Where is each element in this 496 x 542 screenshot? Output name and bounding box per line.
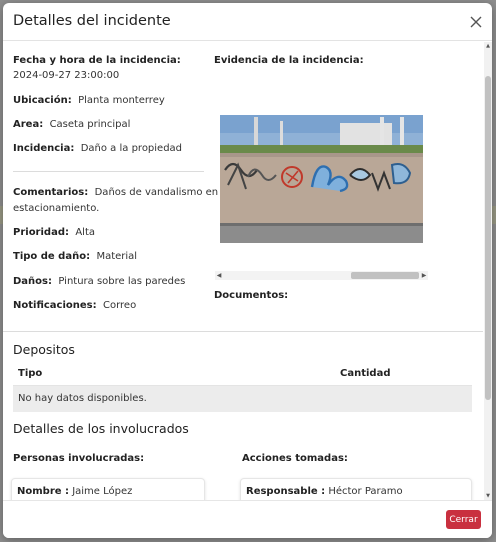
incident-label: Incidencia: (13, 143, 75, 154)
priority-row: Prioridad: Alta (13, 227, 95, 238)
deposits-empty-row: No hay datos disponibles. (13, 386, 472, 412)
scroll-up-arrow-icon[interactable]: ▲ (484, 42, 492, 50)
comments-row: Comentarios: Daños de vandalismo en el (13, 187, 230, 198)
notifications-value: Correo (102, 300, 137, 311)
person-card-text: Nombre : Jaime López (17, 486, 132, 497)
area-label: Area: (13, 119, 44, 130)
scroll-down-arrow-icon[interactable]: ▼ (484, 492, 492, 500)
datetime-value: 2024-09-27 23:00:00 (13, 70, 120, 81)
section-divider (3, 331, 483, 332)
evidence-title: Evidencia de la incidencia: (214, 55, 364, 66)
damages-row: Daños: Pintura sobre las paredes (13, 276, 185, 287)
area-row: Area: Caseta principal (13, 119, 130, 130)
close-modal-button[interactable]: Cerrar (446, 510, 481, 529)
documents-label: Documentos: (214, 290, 289, 301)
person-card: Nombre : Jaime López (11, 478, 205, 500)
modal-body[interactable]: Fecha y hora de la incidencia: 2024-09-2… (3, 42, 492, 500)
evidence-photo[interactable] (220, 115, 423, 243)
person-name-key: Nombre : (17, 486, 70, 497)
incident-details-modal: Detalles del incidente Fecha y hora de l… (3, 3, 492, 538)
close-icon (470, 16, 482, 28)
priority-value: Alta (75, 227, 96, 238)
comments-label: Comentarios: (13, 187, 89, 198)
deposits-table: Tipo Cantidad No hay datos disponibles. (13, 362, 472, 412)
responsible-value: Héctor Paramo (328, 486, 403, 497)
deposits-empty-text: No hay datos disponibles. (18, 393, 147, 404)
scroll-left-arrow-icon[interactable]: ◀ (215, 271, 223, 280)
damage-type-value: Material (96, 251, 138, 262)
damages-label: Daños: (13, 276, 52, 287)
location-row: Ubicación: Planta monterrey (13, 95, 165, 106)
modal-footer: Cerrar (3, 500, 492, 538)
modal-vertical-scrollbar[interactable]: ▲ ▼ (484, 42, 492, 500)
scroll-right-arrow-icon[interactable]: ▶ (420, 271, 428, 280)
close-button[interactable] (466, 12, 486, 32)
action-card: Responsable : Héctor Paramo (240, 478, 472, 500)
people-involved-label: Personas involucradas: (13, 453, 145, 464)
divider (13, 171, 204, 172)
damage-type-row: Tipo de daño: Material (13, 251, 137, 262)
location-label: Ubicación: (13, 95, 72, 106)
comments-value-continued: estacionamiento. (13, 203, 100, 214)
horizontal-scroll-thumb[interactable] (351, 272, 419, 279)
comments-value: Daños de vandalismo en el (94, 187, 231, 198)
location-value: Planta monterrey (78, 95, 165, 106)
notifications-row: Notificaciones: Correo (13, 300, 136, 311)
involved-title: Detalles de los involucrados (13, 421, 189, 436)
damage-type-label: Tipo de daño: (13, 251, 91, 262)
column-header-type: Tipo (18, 368, 43, 379)
person-name-value: Jaime López (72, 486, 133, 497)
action-card-text: Responsable : Héctor Paramo (246, 486, 403, 497)
deposits-title: Depositos (13, 342, 75, 357)
incident-row: Incidencia: Daño a la propiedad (13, 143, 182, 154)
notifications-label: Notificaciones: (13, 300, 97, 311)
modal-title: Detalles del incidente (13, 13, 171, 29)
column-header-quantity: Cantidad (340, 368, 391, 379)
deposits-table-header: Tipo Cantidad (13, 362, 472, 386)
modal-header: Detalles del incidente (3, 3, 492, 41)
evidence-horizontal-scrollbar[interactable]: ◀ ▶ (215, 271, 428, 280)
incident-value: Daño a la propiedad (80, 143, 183, 154)
priority-label: Prioridad: (13, 227, 69, 238)
responsible-key: Responsable : (246, 486, 326, 497)
actions-taken-label: Acciones tomadas: (242, 453, 348, 464)
damages-value: Pintura sobre las paredes (58, 276, 186, 287)
vertical-scroll-thumb[interactable] (485, 76, 491, 400)
area-value: Caseta principal (49, 119, 131, 130)
datetime-label: Fecha y hora de la incidencia: (13, 55, 181, 66)
